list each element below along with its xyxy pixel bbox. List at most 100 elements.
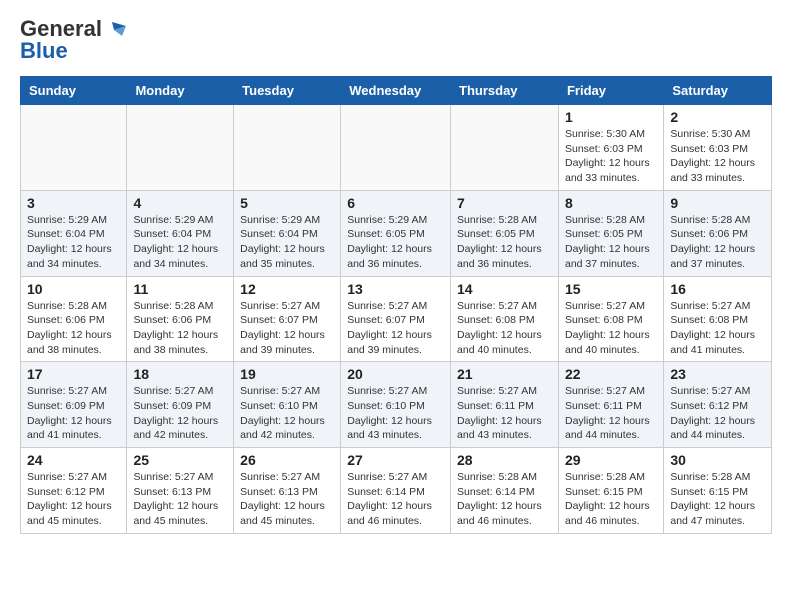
calendar-cell [21,105,127,191]
day-number: 14 [457,281,552,297]
calendar-cell: 3 Sunrise: 5:29 AM Sunset: 6:04 PM Daylig… [21,190,127,276]
day-number: 30 [670,452,765,468]
weekday-header-thursday: Thursday [451,77,559,105]
day-info: Sunrise: 5:27 AM Sunset: 6:08 PM Dayligh… [565,299,657,358]
day-info: Sunrise: 5:27 AM Sunset: 6:10 PM Dayligh… [240,384,334,443]
day-number: 3 [27,195,120,211]
calendar-cell: 13 Sunrise: 5:27 AM Sunset: 6:07 PM Dayli… [341,276,451,362]
logo: General Blue [20,16,126,64]
calendar-cell: 21 Sunrise: 5:27 AM Sunset: 6:11 PM Dayli… [451,362,559,448]
day-number: 7 [457,195,552,211]
calendar-cell: 25Sunrise: 5:27 AM Sunset: 6:13 PM Dayli… [127,448,234,534]
calendar-cell [127,105,234,191]
calendar-cell: 22Sunrise: 5:27 AM Sunset: 6:11 PM Dayli… [558,362,663,448]
weekday-header-row: SundayMondayTuesdayWednesdayThursdayFrid… [21,77,772,105]
day-number: 23 [670,366,765,382]
calendar-table: SundayMondayTuesdayWednesdayThursdayFrid… [20,76,772,534]
day-info: Sunrise: 5:28 AM Sunset: 6:14 PM Dayligh… [457,470,552,529]
day-number: 28 [457,452,552,468]
day-info: Sunrise: 5:27 AM Sunset: 6:07 PM Dayligh… [347,299,444,358]
day-number: 21 [457,366,552,382]
day-info: Sunrise: 5:28 AM Sunset: 6:15 PM Dayligh… [670,470,765,529]
weekday-header-saturday: Saturday [664,77,772,105]
day-info: Sunrise: 5:27 AM Sunset: 6:14 PM Dayligh… [347,470,444,529]
calendar-cell: 1Sunrise: 5:30 AM Sunset: 6:03 PM Daylig… [558,105,663,191]
calendar-cell: 12 Sunrise: 5:27 AM Sunset: 6:07 PM Dayli… [234,276,341,362]
calendar-cell: 7 Sunrise: 5:28 AM Sunset: 6:05 PM Daylig… [451,190,559,276]
day-number: 13 [347,281,444,297]
day-info: Sunrise: 5:27 AM Sunset: 6:12 PM Dayligh… [27,470,120,529]
page-container: General Blue SundayMondayTuesdayWednesda… [0,0,792,550]
calendar-cell: 29 Sunrise: 5:28 AM Sunset: 6:15 PM Dayli… [558,448,663,534]
day-number: 29 [565,452,657,468]
day-info: Sunrise: 5:27 AM Sunset: 6:12 PM Dayligh… [670,384,765,443]
day-number: 10 [27,281,120,297]
calendar-cell: 10 Sunrise: 5:28 AM Sunset: 6:06 PM Dayli… [21,276,127,362]
day-info: Sunrise: 5:27 AM Sunset: 6:13 PM Dayligh… [240,470,334,529]
calendar-cell: 6 Sunrise: 5:29 AM Sunset: 6:05 PM Daylig… [341,190,451,276]
day-number: 15 [565,281,657,297]
day-info: Sunrise: 5:27 AM Sunset: 6:11 PM Dayligh… [565,384,657,443]
day-info: Sunrise: 5:28 AM Sunset: 6:15 PM Dayligh… [565,470,657,529]
week-row-0: 1Sunrise: 5:30 AM Sunset: 6:03 PM Daylig… [21,105,772,191]
calendar-cell: 19 Sunrise: 5:27 AM Sunset: 6:10 PM Dayli… [234,362,341,448]
day-info: Sunrise: 5:27 AM Sunset: 6:10 PM Dayligh… [347,384,444,443]
calendar-cell: 30 Sunrise: 5:28 AM Sunset: 6:15 PM Dayli… [664,448,772,534]
day-number: 27 [347,452,444,468]
day-info: Sunrise: 5:30 AM Sunset: 6:03 PM Dayligh… [670,127,765,186]
weekday-header-monday: Monday [127,77,234,105]
weekday-header-wednesday: Wednesday [341,77,451,105]
weekday-header-tuesday: Tuesday [234,77,341,105]
calendar-cell: 4 Sunrise: 5:29 AM Sunset: 6:04 PM Daylig… [127,190,234,276]
day-number: 16 [670,281,765,297]
calendar-cell: 24 Sunrise: 5:27 AM Sunset: 6:12 PM Dayli… [21,448,127,534]
day-number: 24 [27,452,120,468]
calendar-cell: 26 Sunrise: 5:27 AM Sunset: 6:13 PM Dayli… [234,448,341,534]
day-info: Sunrise: 5:27 AM Sunset: 6:09 PM Dayligh… [133,384,227,443]
day-number: 12 [240,281,334,297]
calendar-cell [341,105,451,191]
day-info: Sunrise: 5:27 AM Sunset: 6:11 PM Dayligh… [457,384,552,443]
calendar-cell: 20 Sunrise: 5:27 AM Sunset: 6:10 PM Dayli… [341,362,451,448]
day-info: Sunrise: 5:29 AM Sunset: 6:04 PM Dayligh… [27,213,120,272]
day-info: Sunrise: 5:29 AM Sunset: 6:04 PM Dayligh… [133,213,227,272]
calendar-cell: 5 Sunrise: 5:29 AM Sunset: 6:04 PM Daylig… [234,190,341,276]
day-info: Sunrise: 5:29 AM Sunset: 6:05 PM Dayligh… [347,213,444,272]
logo-bird-icon [104,20,126,38]
day-info: Sunrise: 5:27 AM Sunset: 6:08 PM Dayligh… [457,299,552,358]
calendar-cell: 23 Sunrise: 5:27 AM Sunset: 6:12 PM Dayli… [664,362,772,448]
week-row-1: 3 Sunrise: 5:29 AM Sunset: 6:04 PM Daylig… [21,190,772,276]
day-info: Sunrise: 5:28 AM Sunset: 6:06 PM Dayligh… [27,299,120,358]
calendar-cell: 11Sunrise: 5:28 AM Sunset: 6:06 PM Dayli… [127,276,234,362]
day-number: 19 [240,366,334,382]
day-number: 4 [133,195,227,211]
day-info: Sunrise: 5:28 AM Sunset: 6:05 PM Dayligh… [457,213,552,272]
day-number: 17 [27,366,120,382]
day-number: 26 [240,452,334,468]
calendar-cell: 14 Sunrise: 5:27 AM Sunset: 6:08 PM Dayli… [451,276,559,362]
calendar-cell: 28 Sunrise: 5:28 AM Sunset: 6:14 PM Dayli… [451,448,559,534]
day-number: 2 [670,109,765,125]
day-info: Sunrise: 5:30 AM Sunset: 6:03 PM Dayligh… [565,127,657,186]
weekday-header-friday: Friday [558,77,663,105]
week-row-2: 10 Sunrise: 5:28 AM Sunset: 6:06 PM Dayli… [21,276,772,362]
day-number: 20 [347,366,444,382]
day-info: Sunrise: 5:27 AM Sunset: 6:07 PM Dayligh… [240,299,334,358]
calendar-cell [451,105,559,191]
day-number: 6 [347,195,444,211]
header: General Blue [20,16,772,64]
day-info: Sunrise: 5:28 AM Sunset: 6:05 PM Dayligh… [565,213,657,272]
day-info: Sunrise: 5:27 AM Sunset: 6:13 PM Dayligh… [133,470,227,529]
calendar-cell: 2 Sunrise: 5:30 AM Sunset: 6:03 PM Daylig… [664,105,772,191]
day-info: Sunrise: 5:28 AM Sunset: 6:06 PM Dayligh… [133,299,227,358]
day-info: Sunrise: 5:27 AM Sunset: 6:08 PM Dayligh… [670,299,765,358]
calendar-cell: 17 Sunrise: 5:27 AM Sunset: 6:09 PM Dayli… [21,362,127,448]
week-row-3: 17 Sunrise: 5:27 AM Sunset: 6:09 PM Dayli… [21,362,772,448]
day-number: 5 [240,195,334,211]
day-info: Sunrise: 5:27 AM Sunset: 6:09 PM Dayligh… [27,384,120,443]
calendar-cell: 16 Sunrise: 5:27 AM Sunset: 6:08 PM Dayli… [664,276,772,362]
day-number: 8 [565,195,657,211]
day-info: Sunrise: 5:29 AM Sunset: 6:04 PM Dayligh… [240,213,334,272]
calendar-cell: 18Sunrise: 5:27 AM Sunset: 6:09 PM Dayli… [127,362,234,448]
week-row-4: 24 Sunrise: 5:27 AM Sunset: 6:12 PM Dayli… [21,448,772,534]
